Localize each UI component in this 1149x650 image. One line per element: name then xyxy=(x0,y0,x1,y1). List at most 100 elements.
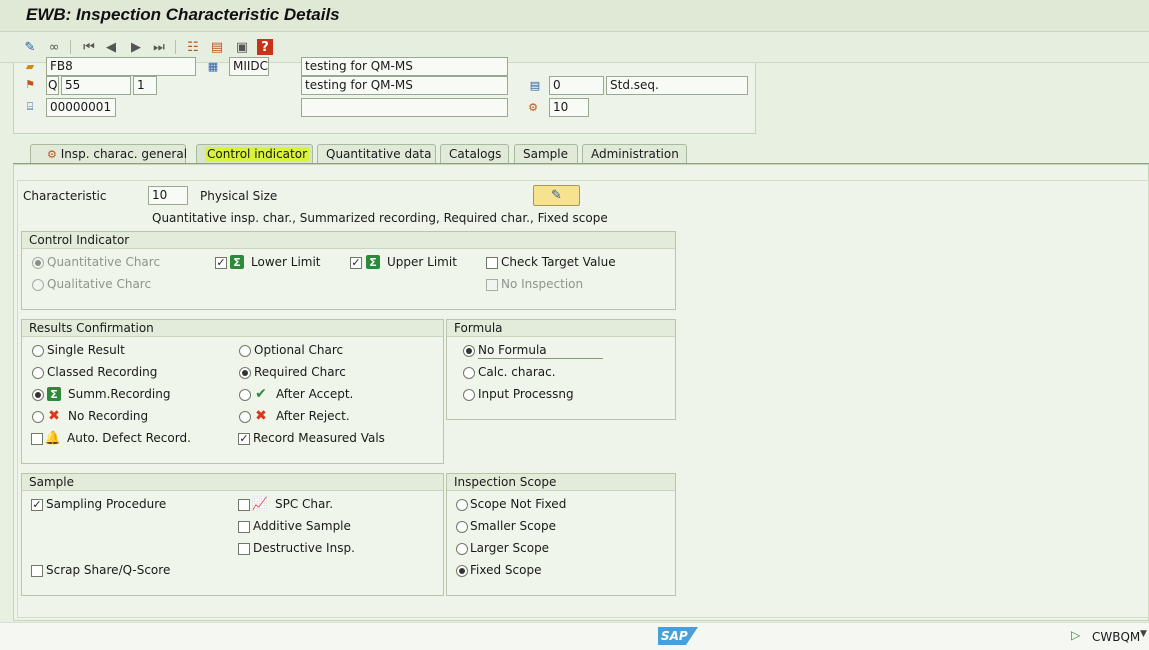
after-accept-label: After Accept. xyxy=(276,387,354,401)
spc-char-checkbox[interactable] xyxy=(238,499,250,511)
tab-insp-charac-general[interactable]: ⚙ Insp. charac. general xyxy=(30,144,187,164)
upper-limit-checkbox[interactable]: ✓ xyxy=(350,257,362,269)
no-formula-label: No Formula xyxy=(478,343,603,359)
sampling-procedure-checkbox[interactable]: ✓ xyxy=(31,499,43,511)
qualitative-charc-label: Qualitative Charc xyxy=(47,277,152,291)
doc-icon[interactable]: ▣ xyxy=(233,38,251,56)
characteristic-label: Characteristic xyxy=(23,189,107,203)
tab-label: Administration xyxy=(591,147,679,161)
optional-charc-radio[interactable] xyxy=(239,345,251,357)
auto-defect-checkbox[interactable] xyxy=(31,433,43,445)
calc-charac-radio[interactable] xyxy=(463,367,475,379)
required-charc-radio[interactable] xyxy=(239,367,251,379)
window-title: EWB: Inspection Characteristic Details xyxy=(26,5,340,24)
toolbar-separator xyxy=(175,40,176,54)
required-charc-label: Required Charc xyxy=(254,365,346,379)
quantitative-charc-radio[interactable] xyxy=(32,257,44,269)
group-title: Results Confirmation xyxy=(22,320,443,337)
single-result-label: Single Result xyxy=(47,343,125,357)
tab-label: Sample xyxy=(523,147,568,161)
tab-label: Quantitative data xyxy=(326,147,432,161)
sampling-procedure-label: Sampling Procedure xyxy=(46,497,167,511)
no-inspection-checkbox[interactable] xyxy=(486,279,498,291)
grid-icon: ▦ xyxy=(207,59,219,73)
node-number-field[interactable]: 00000001 xyxy=(46,98,116,117)
after-accept-radio[interactable] xyxy=(239,389,251,401)
characteristic-field[interactable]: 10 xyxy=(148,186,188,205)
scrap-share-checkbox[interactable] xyxy=(31,565,43,577)
folder-icon: ▰ xyxy=(25,59,35,73)
tab-quantitative-data[interactable]: Quantitative data xyxy=(317,144,436,164)
prev-icon[interactable]: ◀ xyxy=(102,38,120,56)
chevron-down-icon[interactable]: ▼ xyxy=(1140,629,1147,639)
node-icon: ⌸ xyxy=(26,100,34,113)
system-name[interactable]: CWBQM xyxy=(1092,630,1140,644)
play-icon[interactable]: ▷ xyxy=(1071,628,1080,642)
classed-recording-radio[interactable] xyxy=(32,367,44,379)
input-processing-label: Input Processng xyxy=(478,387,574,401)
no-recording-radio[interactable] xyxy=(32,411,44,423)
tab-underline xyxy=(13,163,1149,164)
group-title: Control Indicator xyxy=(22,232,675,249)
additive-sample-checkbox[interactable] xyxy=(238,521,250,533)
larger-scope-radio[interactable] xyxy=(456,543,468,555)
classed-recording-label: Classed Recording xyxy=(47,365,158,379)
scope-not-fixed-radio[interactable] xyxy=(456,499,468,511)
help-icon[interactable]: ? xyxy=(257,39,273,55)
stack-icon[interactable]: ▤ xyxy=(208,38,226,56)
single-result-radio[interactable] xyxy=(32,345,44,357)
first-icon[interactable]: ⏮ xyxy=(80,38,98,56)
red-x-icon: ✖ xyxy=(48,408,60,424)
no-recording-label: No Recording xyxy=(68,409,149,423)
tab-sample[interactable]: Sample xyxy=(514,144,578,164)
glasses-icon[interactable]: ∞ xyxy=(45,38,63,56)
group-title: Inspection Scope xyxy=(447,474,675,491)
input-processing-radio[interactable] xyxy=(463,389,475,401)
sap-logo: SAP xyxy=(658,627,698,645)
next-icon[interactable]: ▶ xyxy=(127,38,145,56)
tab-catalogs[interactable]: Catalogs xyxy=(440,144,509,164)
summ-recording-radio[interactable] xyxy=(32,389,44,401)
no-inspection-label: No Inspection xyxy=(501,277,584,291)
header-prefix-field[interactable]: Q xyxy=(46,76,59,95)
no-formula-radio[interactable] xyxy=(463,345,475,357)
destructive-insp-label: Destructive Insp. xyxy=(253,541,355,555)
toolbar-separator xyxy=(70,40,71,54)
smaller-scope-radio[interactable] xyxy=(456,521,468,533)
smaller-scope-label: Smaller Scope xyxy=(470,519,557,533)
spc-chart-icon: 📈 xyxy=(251,496,269,512)
sequence-number-field[interactable]: 0 xyxy=(549,76,604,95)
bell-icon: 🔔 xyxy=(44,430,62,446)
operation-number-field[interactable]: 10 xyxy=(549,98,589,117)
last-icon[interactable]: ⏭ xyxy=(150,38,168,56)
tree-icon[interactable]: ☷ xyxy=(184,38,202,56)
header-version-field[interactable]: 1 xyxy=(133,76,157,95)
lower-limit-checkbox[interactable]: ✓ xyxy=(215,257,227,269)
qualitative-charc-radio[interactable] xyxy=(32,279,44,291)
header-desc-2[interactable] xyxy=(301,98,508,117)
sequence-label-field[interactable]: Std.seq. xyxy=(606,76,748,95)
tab-label: Catalogs xyxy=(449,147,502,161)
pencil-icon[interactable]: ✎ xyxy=(21,38,39,56)
fixed-scope-label: Fixed Scope xyxy=(470,563,542,577)
record-measured-vals-checkbox[interactable]: ✓ xyxy=(238,433,250,445)
spc-char-label: SPC Char. xyxy=(275,497,334,511)
header-fields: ▰ FB8 ▦ MIIDC testing for QM-MS ⚑ Q 55 1… xyxy=(13,57,756,134)
header-desc-0[interactable]: testing for QM-MS xyxy=(301,57,508,76)
check-target-value-checkbox[interactable] xyxy=(486,257,498,269)
tab-administration[interactable]: Administration xyxy=(582,144,687,164)
header-field-1[interactable]: FB8 xyxy=(46,57,196,76)
tab-control-indicator[interactable]: Control indicator xyxy=(196,144,313,164)
fixed-scope-radio[interactable] xyxy=(456,565,468,577)
edit-text-button[interactable]: ✎ xyxy=(533,185,580,206)
summ-recording-label: Summ.Recording xyxy=(68,387,171,401)
header-field-2[interactable]: MIIDC xyxy=(229,57,269,76)
title-bar: EWB: Inspection Characteristic Details xyxy=(0,0,1149,32)
after-reject-radio[interactable] xyxy=(239,411,251,423)
header-desc-1[interactable]: testing for QM-MS xyxy=(301,76,508,95)
record-measured-vals-label: Record Measured Vals xyxy=(253,431,385,445)
destructive-insp-checkbox[interactable] xyxy=(238,543,250,555)
summation-icon: Σ xyxy=(47,387,61,401)
lower-limit-icon: Σ xyxy=(230,255,244,269)
header-number-field[interactable]: 55 xyxy=(61,76,131,95)
